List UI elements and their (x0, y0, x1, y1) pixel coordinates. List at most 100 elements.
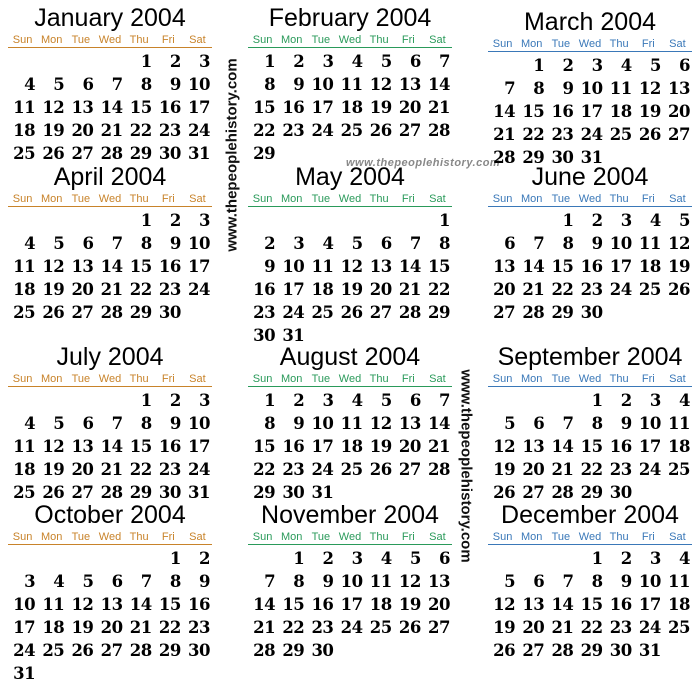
day-cell: 21 (100, 460, 123, 479)
day-cell: 23 (282, 121, 305, 140)
day-cell: 2 (169, 391, 181, 410)
day-cell: 26 (71, 641, 94, 660)
day-cell: 21 (522, 280, 545, 299)
day-cell: 8 (439, 234, 450, 253)
day-cell: 6 (82, 75, 94, 94)
weekday-label: Thu (369, 34, 389, 46)
day-cell: 4 (380, 549, 392, 568)
day-cell: 6 (380, 234, 392, 253)
day-cell: 19 (340, 280, 363, 299)
day-cell: 24 (638, 460, 661, 479)
day-cell: 22 (253, 460, 276, 479)
day-cell: 27 (493, 303, 516, 322)
day-cell: 29 (428, 303, 450, 322)
day-cell: 12 (340, 257, 363, 276)
month-title: March 2004 (523, 8, 657, 36)
weekday-label: Fri (641, 193, 655, 205)
day-cell: 29 (282, 641, 305, 660)
empty-cell (517, 547, 546, 570)
empty-cell (488, 547, 517, 570)
weekday-label: Mon (281, 193, 303, 205)
day-cell: 7 (409, 234, 421, 253)
day-cell: 22 (129, 121, 152, 140)
day-cell: 12 (493, 437, 516, 456)
day-cell: 5 (504, 572, 516, 591)
day-cell: 26 (398, 618, 421, 637)
day-cell: 16 (551, 102, 574, 121)
day-cell: 9 (169, 414, 181, 433)
weekday-label: Mon (281, 531, 303, 543)
empty-cell (8, 209, 37, 232)
day-cell: 14 (428, 414, 450, 433)
day-cell: 15 (129, 437, 152, 456)
weekday-label: Fri (641, 373, 655, 385)
day-cell: 14 (100, 257, 123, 276)
day-cell: 25 (668, 460, 690, 479)
weekday-label: Tue (71, 34, 91, 46)
empty-cell (37, 547, 66, 570)
day-cell: 2 (620, 549, 632, 568)
weekday-label: Tue (311, 531, 331, 543)
month-title: November 2004 (261, 501, 439, 529)
day-cell: 21 (428, 98, 450, 117)
weekday-label: Fri (401, 34, 415, 46)
day-cell: 15 (253, 437, 276, 456)
weekday-label: Sat (189, 531, 206, 543)
day-cell: 9 (169, 75, 181, 94)
day-cell: 12 (71, 595, 94, 614)
day-cell: 21 (253, 618, 276, 637)
day-cell: 3 (620, 211, 632, 230)
weekday-label: Sat (429, 531, 446, 543)
day-cell: 15 (129, 257, 152, 276)
weekday-header: Sun Mon Tue Wed Thu Fri Sat (488, 530, 692, 545)
weekday-label: Tue (551, 373, 571, 385)
weekday-label: Fri (161, 34, 175, 46)
weekday-label: Mon (41, 34, 63, 46)
day-cell: 27 (71, 303, 94, 322)
day-cell: 20 (428, 595, 450, 614)
day-cell: 22 (253, 121, 276, 140)
day-cell: 2 (293, 52, 305, 71)
weekday-label: Sun (252, 193, 273, 205)
day-cell: 13 (398, 414, 421, 433)
day-cell: 8 (264, 414, 276, 433)
day-cell: 19 (42, 280, 65, 299)
day-grid: 1 2 3 4 5 6 7 8 9 10 11 12 13 14 15 16 17 18 19 20 21 22 23 24 2… (248, 50, 452, 165)
day-cell: 17 (13, 618, 36, 637)
day-cell: 17 (340, 595, 363, 614)
weekday-label: Mon (521, 38, 543, 50)
weekday-label: Sun (12, 193, 33, 205)
day-cell: 28 (253, 641, 276, 660)
weekday-label: Wed (98, 531, 122, 543)
day-cell: 26 (42, 144, 65, 163)
day-cell: 6 (82, 234, 94, 253)
day-cell: 20 (369, 280, 392, 299)
day-cell: 15 (129, 98, 152, 117)
day-cell: 9 (620, 414, 632, 433)
day-cell: 5 (53, 234, 65, 253)
day-cell: 24 (580, 125, 603, 144)
calendar-2004: www.thepeoplehistory.com www.thepeoplehi… (0, 0, 700, 681)
weekday-label: Sat (189, 373, 206, 385)
day-cell: 19 (398, 595, 421, 614)
day-cell: 28 (522, 303, 545, 322)
day-cell: 14 (428, 75, 450, 94)
weekday-label: Thu (609, 38, 629, 50)
day-cell: 15 (158, 595, 181, 614)
month-july: July 2004 Sun Mon Tue Wed Thu Fri Sat 1 2 3 4 5 6 7 8 9 1… (8, 343, 212, 504)
day-cell: 5 (649, 56, 661, 75)
day-cell: 17 (638, 595, 661, 614)
month-february: February 2004 Sun Mon Tue Wed Thu Fri Sat 1 2 3 4 5 6… (248, 4, 452, 165)
day-cell: 4 (679, 549, 690, 568)
day-cell: 10 (638, 414, 661, 433)
day-cell: 2 (562, 56, 574, 75)
day-cell: 29 (129, 303, 152, 322)
day-cell: 31 (638, 641, 661, 660)
day-cell: 8 (140, 75, 152, 94)
weekday-label: Tue (71, 373, 91, 385)
day-cell: 5 (53, 75, 65, 94)
weekday-label: Mon (41, 193, 63, 205)
empty-cell (488, 389, 517, 412)
day-cell: 1 (264, 52, 276, 71)
day-cell: 4 (351, 391, 363, 410)
